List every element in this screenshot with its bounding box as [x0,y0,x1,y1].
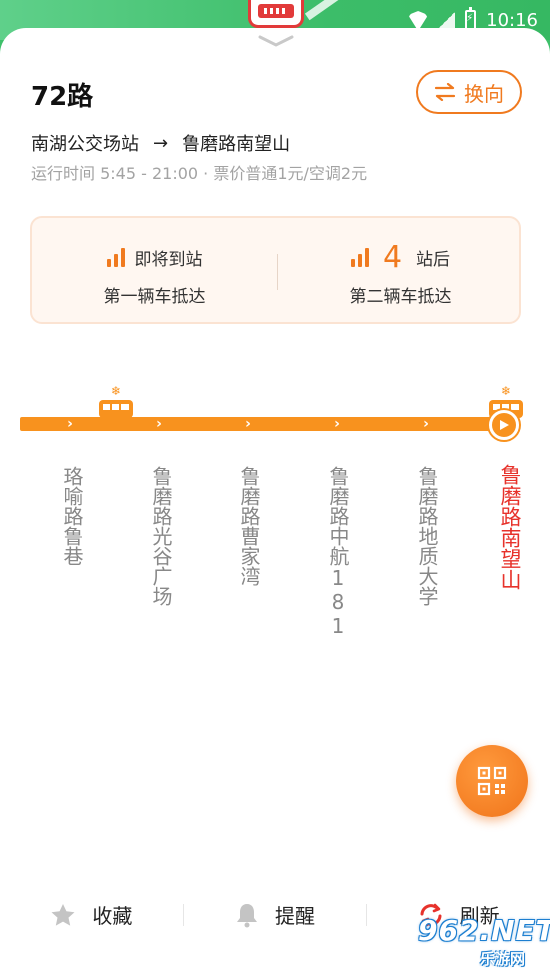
bus-marker-icon [258,4,294,18]
realtime-signal-icon [350,247,369,267]
refresh-label: 刷新 [459,904,500,928]
direction-chevron-icon: › [67,416,73,432]
battery-charging-icon [465,7,477,30]
operating-info: 运行时间 5:45 - 21:00 · 票价普通1元/空调2元 [31,164,368,183]
map-bus-marker [248,0,304,28]
direction-chevron-icon: › [423,416,429,432]
destination-stop: 鲁磨路南望山 [182,134,291,155]
route-progress-line [20,417,512,431]
remind-label: 提醒 [275,904,315,928]
direction-chevron-icon: › [156,416,162,432]
switch-direction-label: 换向 [464,81,504,106]
stop-name-current[interactable]: 鲁磨路南望山 [495,464,525,590]
stop-name[interactable]: 鲁磨路中航181 [322,466,352,638]
svg-text:❄: ❄ [111,384,121,398]
bell-icon [237,903,257,927]
second-bus-unit: 站后 [416,249,451,270]
second-bus-label: 第二辆车抵达 [349,287,452,307]
favorite-button[interactable]: 收藏 [0,900,183,930]
swap-arrows-icon [434,83,456,101]
refresh-button[interactable]: 刷新 [367,900,550,930]
favorite-label: 收藏 [92,904,133,928]
switch-direction-button[interactable]: 换向 [416,70,522,114]
stop-name[interactable]: 鲁磨路地质大学 [411,466,441,606]
route-title: 72路 [31,82,94,112]
stop-name[interactable]: 鲁磨路光谷广场 [145,466,175,606]
stop-name[interactable]: 珞喻路鲁巷 [56,466,86,566]
direction-arrow-icon: → [153,132,169,154]
bottom-action-bar: 收藏 提醒 刷新 [0,880,550,949]
no-signal-icon [439,11,456,29]
first-bus-status: 即将到站 [134,249,203,270]
remind-button[interactable]: 提醒 [184,900,367,930]
first-bus-label: 第一辆车抵达 [103,287,206,307]
sheet-handle-chevron-icon[interactable] [258,34,294,48]
first-bus-arrival: 即将到站 第一辆车抵达 [32,240,277,307]
svg-text:❄: ❄ [501,384,511,398]
stop-name[interactable]: 鲁磨路曹家湾 [233,466,263,586]
qr-code-button[interactable] [456,745,528,817]
arrival-card: 即将到站 第一辆车抵达 4 站后 第二辆车抵达 [30,216,521,324]
qr-code-icon [477,766,507,796]
refresh-icon [420,903,442,926]
wifi-icon [407,11,429,29]
map-road-line [304,0,376,21]
route-direction: 南湖公交场站 → 鲁磨路南望山 [31,130,290,156]
second-bus-arrival: 4 站后 第二辆车抵达 [278,239,523,308]
current-stop-marker-icon [489,410,519,440]
second-bus-stop-count: 4 [382,239,403,275]
star-icon [51,903,75,926]
direction-chevron-icon: › [245,416,251,432]
direction-chevron-icon: › [334,416,340,432]
origin-stop: 南湖公交场站 [31,134,139,155]
realtime-signal-icon [106,247,125,267]
